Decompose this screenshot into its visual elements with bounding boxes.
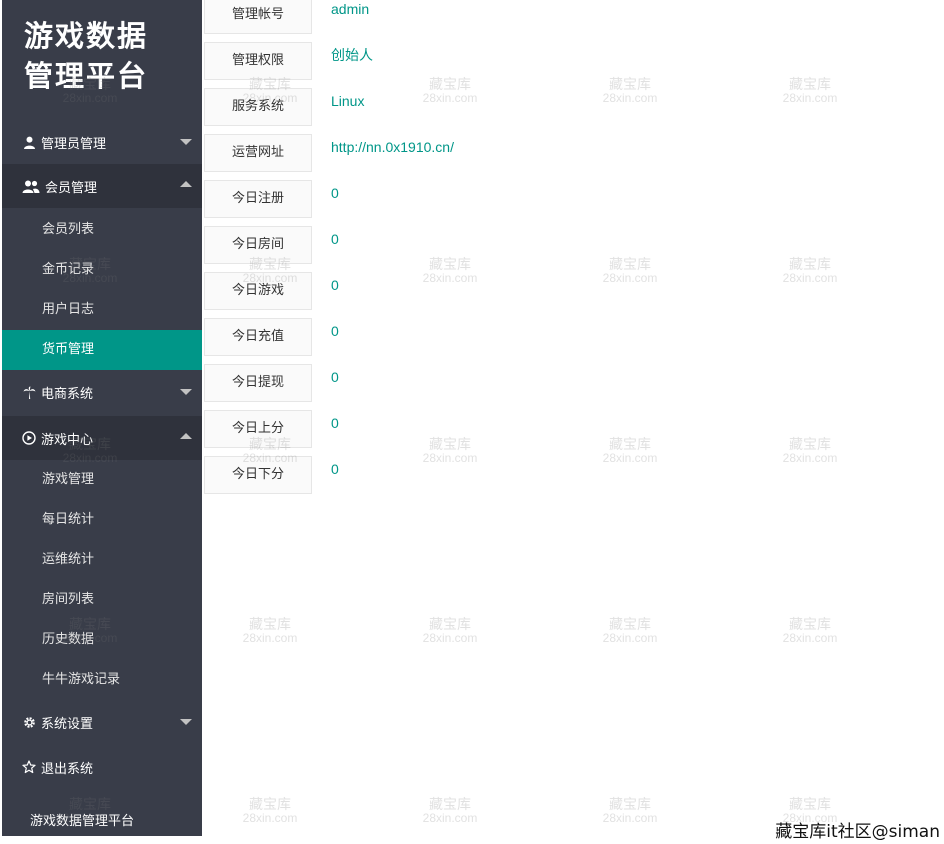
chevron-down-icon [180,719,192,725]
user-icon [22,135,36,149]
gear-icon [22,715,36,729]
watermark: 藏宝库 28xin.com [225,798,315,824]
watermark-line-1: 藏宝库 [249,797,291,813]
logo-line-2: 管理平台 [24,59,149,93]
logo-line-1: 游戏数据 [24,19,149,53]
menu-group-label: 管理员管理 [41,136,107,152]
info-row-today-recharge: 今日充值 0 [204,318,804,356]
watermark-line-1: 藏宝库 [429,617,471,633]
menu-group-game-center[interactable]: 游戏中心 [2,416,202,460]
info-label: 管理权限 [204,42,312,80]
corner-watermark: 藏宝库it社区@siman [775,822,940,842]
info-value: 0 [331,231,339,247]
menu-group-label: 退出系统 [41,761,94,777]
info-row-today-withdraw: 今日提现 0 [204,364,804,402]
menu-group-admin[interactable]: 管理员管理 [2,120,202,164]
watermark-line-1: 藏宝库 [609,797,651,813]
info-value: Linux [331,93,365,109]
menu-group-label: 系统设置 [41,716,94,732]
info-row-site-url: 运营网址 http://nn.0x1910.cn/ [204,134,804,172]
sidebar-item-member-list[interactable]: 会员列表 [2,210,202,250]
info-label: 运营网址 [204,134,312,172]
watermark-line-2: 28xin.com [242,631,298,645]
menu-group-ecommerce[interactable]: 电商系统 [2,370,202,414]
watermark-line-1: 藏宝库 [249,617,291,633]
watermark: 藏宝库 28xin.com [225,618,315,644]
info-label: 今日充值 [204,318,312,356]
sidebar: 游戏数据 管理平台 管理员管理 会员管理 会员列表 金币记录 用户日志 货币管理… [2,0,202,836]
sidebar-item-niuniu-records[interactable]: 牛牛游戏记录 [2,660,202,700]
sidebar-item-room-list[interactable]: 房间列表 [2,580,202,620]
star-icon [22,760,36,774]
watermark: 藏宝库 28xin.com [405,618,495,644]
chevron-up-icon [180,181,192,187]
watermark-line-2: 28xin.com [602,631,658,645]
info-row-permissions: 管理权限 创始人 [204,42,804,80]
watermark: 藏宝库 28xin.com [765,618,855,644]
info-label: 今日房间 [204,226,312,264]
watermark-line-2: 28xin.com [242,811,298,825]
info-label: 今日注册 [204,180,312,218]
menu-group-label: 会员管理 [45,180,98,196]
info-value: admin [331,1,370,17]
menu-group-members[interactable]: 会员管理 [2,164,202,208]
info-label: 管理帐号 [204,0,312,34]
palm-tree-icon [22,385,36,399]
watermark-line-2: 28xin.com [422,631,478,645]
play-circle-icon [22,431,36,445]
info-label: 今日游戏 [204,272,312,310]
sidebar-item-currency-management[interactable]: 货币管理 [2,330,202,370]
info-label: 今日上分 [204,410,312,448]
info-label: 今日下分 [204,456,312,494]
info-row-today-score-down: 今日下分 0 [204,456,804,494]
sidebar-item-game-management[interactable]: 游戏管理 [2,460,202,500]
info-row-today-registrations: 今日注册 0 [204,180,804,218]
chevron-up-icon [180,433,192,439]
watermark-line-2: 28xin.com [602,811,658,825]
info-value: 创始人 [331,47,373,63]
users-icon [22,179,40,193]
info-value: 0 [331,461,339,477]
logout-button[interactable]: 退出系统 [2,745,202,789]
sidebar-item-daily-stats[interactable]: 每日统计 [2,500,202,540]
info-label: 服务系统 [204,88,312,126]
logo: 游戏数据 管理平台 [24,16,194,96]
info-row-server-os: 服务系统 Linux [204,88,804,126]
info-row-today-games: 今日游戏 0 [204,272,804,310]
info-row-today-rooms: 今日房间 0 [204,226,804,264]
watermark-line-1: 藏宝库 [429,797,471,813]
sidebar-item-coin-records[interactable]: 金币记录 [2,250,202,290]
sidebar-item-user-logs[interactable]: 用户日志 [2,290,202,330]
chevron-down-icon [180,139,192,145]
chevron-down-icon [180,389,192,395]
watermark-line-2: 28xin.com [782,631,838,645]
watermark: 藏宝库 28xin.com [585,798,675,824]
watermark: 藏宝库 28xin.com [405,798,495,824]
menu-group-label: 电商系统 [41,386,94,402]
info-row-today-score-up: 今日上分 0 [204,410,804,448]
sidebar-footer: 游戏数据管理平台 [30,814,135,829]
sidebar-item-history-data[interactable]: 历史数据 [2,620,202,660]
info-value: 0 [331,415,339,431]
info-value: 0 [331,277,339,293]
site-url-link[interactable]: http://nn.0x1910.cn/ [331,134,454,170]
watermark-line-1: 藏宝库 [609,617,651,633]
menu-group-settings[interactable]: 系统设置 [2,700,202,744]
watermark-line-1: 藏宝库 [789,797,831,813]
info-label: 今日提现 [204,364,312,402]
watermark-line-2: 28xin.com [422,811,478,825]
info-row-admin-account: 管理帐号 admin [204,0,804,34]
sidebar-item-ops-stats[interactable]: 运维统计 [2,540,202,580]
watermark: 藏宝库 28xin.com [585,618,675,644]
info-value: 0 [331,185,339,201]
info-value: 0 [331,323,339,339]
info-value: 0 [331,369,339,385]
watermark-line-1: 藏宝库 [789,617,831,633]
menu-group-label: 游戏中心 [41,432,94,448]
